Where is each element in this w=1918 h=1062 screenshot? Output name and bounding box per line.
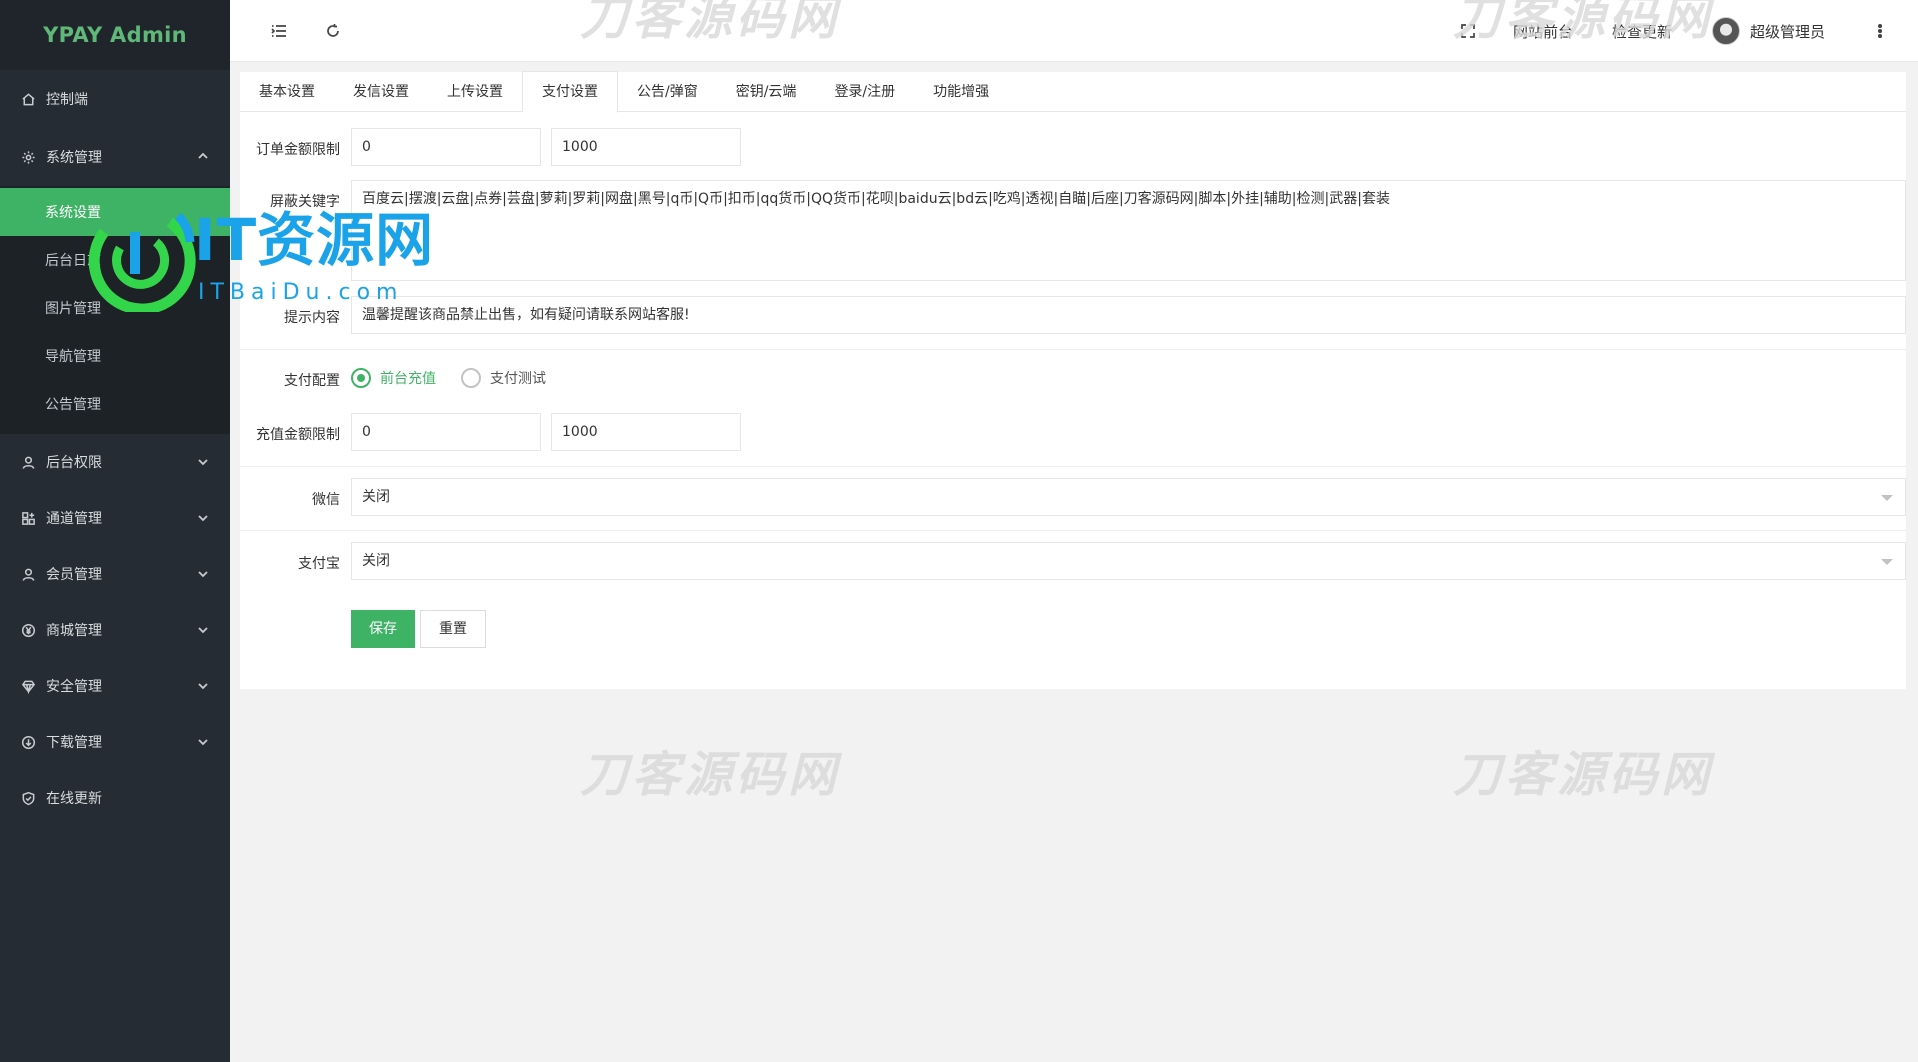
top-header: 网站前台 检查更新 超级管理员	[230, 0, 1918, 62]
apps-icon	[20, 510, 36, 526]
check-update-link[interactable]: 检查更新	[1612, 18, 1672, 44]
settings-card: 基本设置 发信设置 上传设置 支付设置 公告/弹窗 密钥/云端 登录/注册 功能…	[240, 71, 1906, 689]
alipay-label: 支付宝	[298, 556, 340, 572]
order-limit-label: 订单金额限制	[256, 142, 340, 158]
sidebar-subitem-logs[interactable]: 后台日志	[0, 236, 230, 284]
fullscreen-icon	[1461, 24, 1475, 38]
sidebar-item-console[interactable]: 控制端	[0, 70, 230, 128]
tip-content-input[interactable]: 温馨提醒该商品禁止出售，如有疑问请联系网站客服!	[351, 296, 1906, 334]
recharge-limit-min-input[interactable]: 0	[351, 413, 541, 451]
user-icon	[20, 454, 36, 470]
site-watermark: 刀客源码网	[580, 747, 841, 803]
chevron-down-icon	[196, 455, 210, 469]
sidebar-item-label: 通道管理	[46, 511, 102, 527]
sidebar-item-system[interactable]: 系统管理	[0, 128, 230, 186]
sidebar-item-permissions[interactable]: 后台权限	[0, 434, 230, 490]
blocked-keywords-label: 屏蔽关键字	[270, 194, 340, 210]
tab-features[interactable]: 功能增强	[914, 72, 1008, 113]
sidebar-subitem-nav[interactable]: 导航管理	[0, 332, 230, 380]
chevron-down-icon	[196, 679, 210, 693]
sidebar-item-label: 安全管理	[46, 679, 102, 695]
tab-notice[interactable]: 公告/弹窗	[618, 72, 717, 113]
sidebar-item-label: 下载管理	[46, 735, 102, 751]
caret-down-icon	[1881, 559, 1893, 565]
sidebar-item-shop[interactable]: 商城管理	[0, 602, 230, 658]
chevron-up-icon	[196, 149, 210, 163]
radio-checked-icon	[351, 368, 371, 388]
sidebar-item-online-update[interactable]: 在线更新	[0, 770, 230, 826]
menu-toggle-button[interactable]	[266, 18, 292, 44]
pay-config-label: 支付配置	[284, 373, 340, 389]
app-logo[interactable]: YPAY Admin	[0, 0, 230, 70]
sidebar-item-label: 控制端	[46, 92, 88, 108]
chevron-down-icon	[196, 511, 210, 525]
alipay-select[interactable]: 关闭	[351, 542, 1906, 580]
radio-label: 支付测试	[490, 371, 546, 387]
refresh-button[interactable]	[320, 18, 346, 44]
sidebar-item-label: 商城管理	[46, 623, 102, 639]
divider	[240, 530, 1906, 531]
tab-payment[interactable]: 支付设置	[522, 71, 618, 113]
settings-tabs: 基本设置 发信设置 上传设置 支付设置 公告/弹窗 密钥/云端 登录/注册 功能…	[240, 71, 1906, 113]
chevron-down-icon	[196, 623, 210, 637]
sidebar-subitem-notices[interactable]: 公告管理	[0, 380, 230, 428]
tab-login[interactable]: 登录/注册	[815, 72, 914, 113]
refresh-icon	[327, 24, 339, 37]
download-icon	[20, 734, 36, 750]
tab-keys[interactable]: 密钥/云端	[717, 72, 816, 113]
system-subnav: 系统设置 后台日志 图片管理 导航管理 公告管理	[0, 186, 230, 434]
radio-unchecked-icon	[461, 368, 481, 388]
avatar	[1712, 17, 1740, 45]
sidebar-item-label: 后台权限	[46, 455, 102, 471]
divider	[240, 466, 1906, 467]
reset-button[interactable]: 重置	[420, 610, 486, 648]
chevron-down-icon	[196, 567, 210, 581]
user-menu[interactable]: 超级管理员	[1712, 17, 1826, 45]
wechat-select[interactable]: 关闭	[351, 478, 1906, 516]
chevron-down-icon	[196, 735, 210, 749]
sidebar-item-channels[interactable]: 通道管理	[0, 490, 230, 546]
wechat-label: 微信	[312, 492, 340, 508]
sidebar-subitem-images[interactable]: 图片管理	[0, 284, 230, 332]
radio-pay-test[interactable]: 支付测试	[461, 368, 546, 388]
sidebar-item-label: 系统管理	[46, 150, 102, 166]
sidebar-item-members[interactable]: 会员管理	[0, 546, 230, 602]
alipay-select-value: 关闭	[362, 553, 390, 569]
sidebar-item-label: 会员管理	[46, 567, 102, 583]
caret-down-icon	[1881, 495, 1893, 501]
sidebar-item-label: 在线更新	[46, 791, 102, 807]
blocked-keywords-textarea[interactable]: 百度云|摆渡|云盘|点券|芸盘|萝莉|罗莉|网盘|黑号|q币|Q币|扣币|qq货…	[351, 180, 1906, 281]
tab-upload[interactable]: 上传设置	[428, 72, 522, 113]
tab-mail[interactable]: 发信设置	[334, 72, 428, 113]
user-icon	[20, 566, 36, 582]
order-limit-min-input[interactable]: 0	[351, 128, 541, 166]
sidebar: YPAY Admin 控制端 系统管理 系统设置 后台日志 图片管理 导航管理 …	[0, 0, 230, 1062]
wechat-select-value: 关闭	[362, 489, 390, 505]
diamond-icon	[20, 678, 36, 694]
sidebar-subitem-system-settings[interactable]: 系统设置	[0, 188, 230, 236]
site-front-link[interactable]: 网站前台	[1513, 18, 1573, 44]
radio-label: 前台充值	[380, 371, 436, 387]
username: 超级管理员	[1750, 22, 1826, 41]
tab-basic[interactable]: 基本设置	[240, 72, 334, 113]
menu-fold-icon	[271, 25, 286, 37]
recharge-limit-max-input[interactable]: 1000	[551, 413, 741, 451]
sidebar-item-security[interactable]: 安全管理	[0, 658, 230, 714]
tip-content-label: 提示内容	[284, 310, 340, 326]
recharge-limit-label: 充值金额限制	[256, 427, 340, 443]
gear-icon	[20, 149, 36, 165]
divider	[240, 349, 1906, 350]
site-watermark: 刀客源码网	[1453, 747, 1714, 803]
sidebar-item-downloads[interactable]: 下载管理	[0, 714, 230, 770]
more-button[interactable]	[1870, 18, 1890, 44]
fullscreen-button[interactable]	[1455, 18, 1481, 44]
radio-front-recharge[interactable]: 前台充值	[351, 368, 436, 388]
home-icon	[20, 91, 36, 107]
yen-icon	[20, 622, 36, 638]
more-vertical-icon	[1878, 23, 1882, 39]
order-limit-max-input[interactable]: 1000	[551, 128, 741, 166]
shield-icon	[20, 790, 36, 806]
save-button[interactable]: 保存	[351, 610, 415, 648]
